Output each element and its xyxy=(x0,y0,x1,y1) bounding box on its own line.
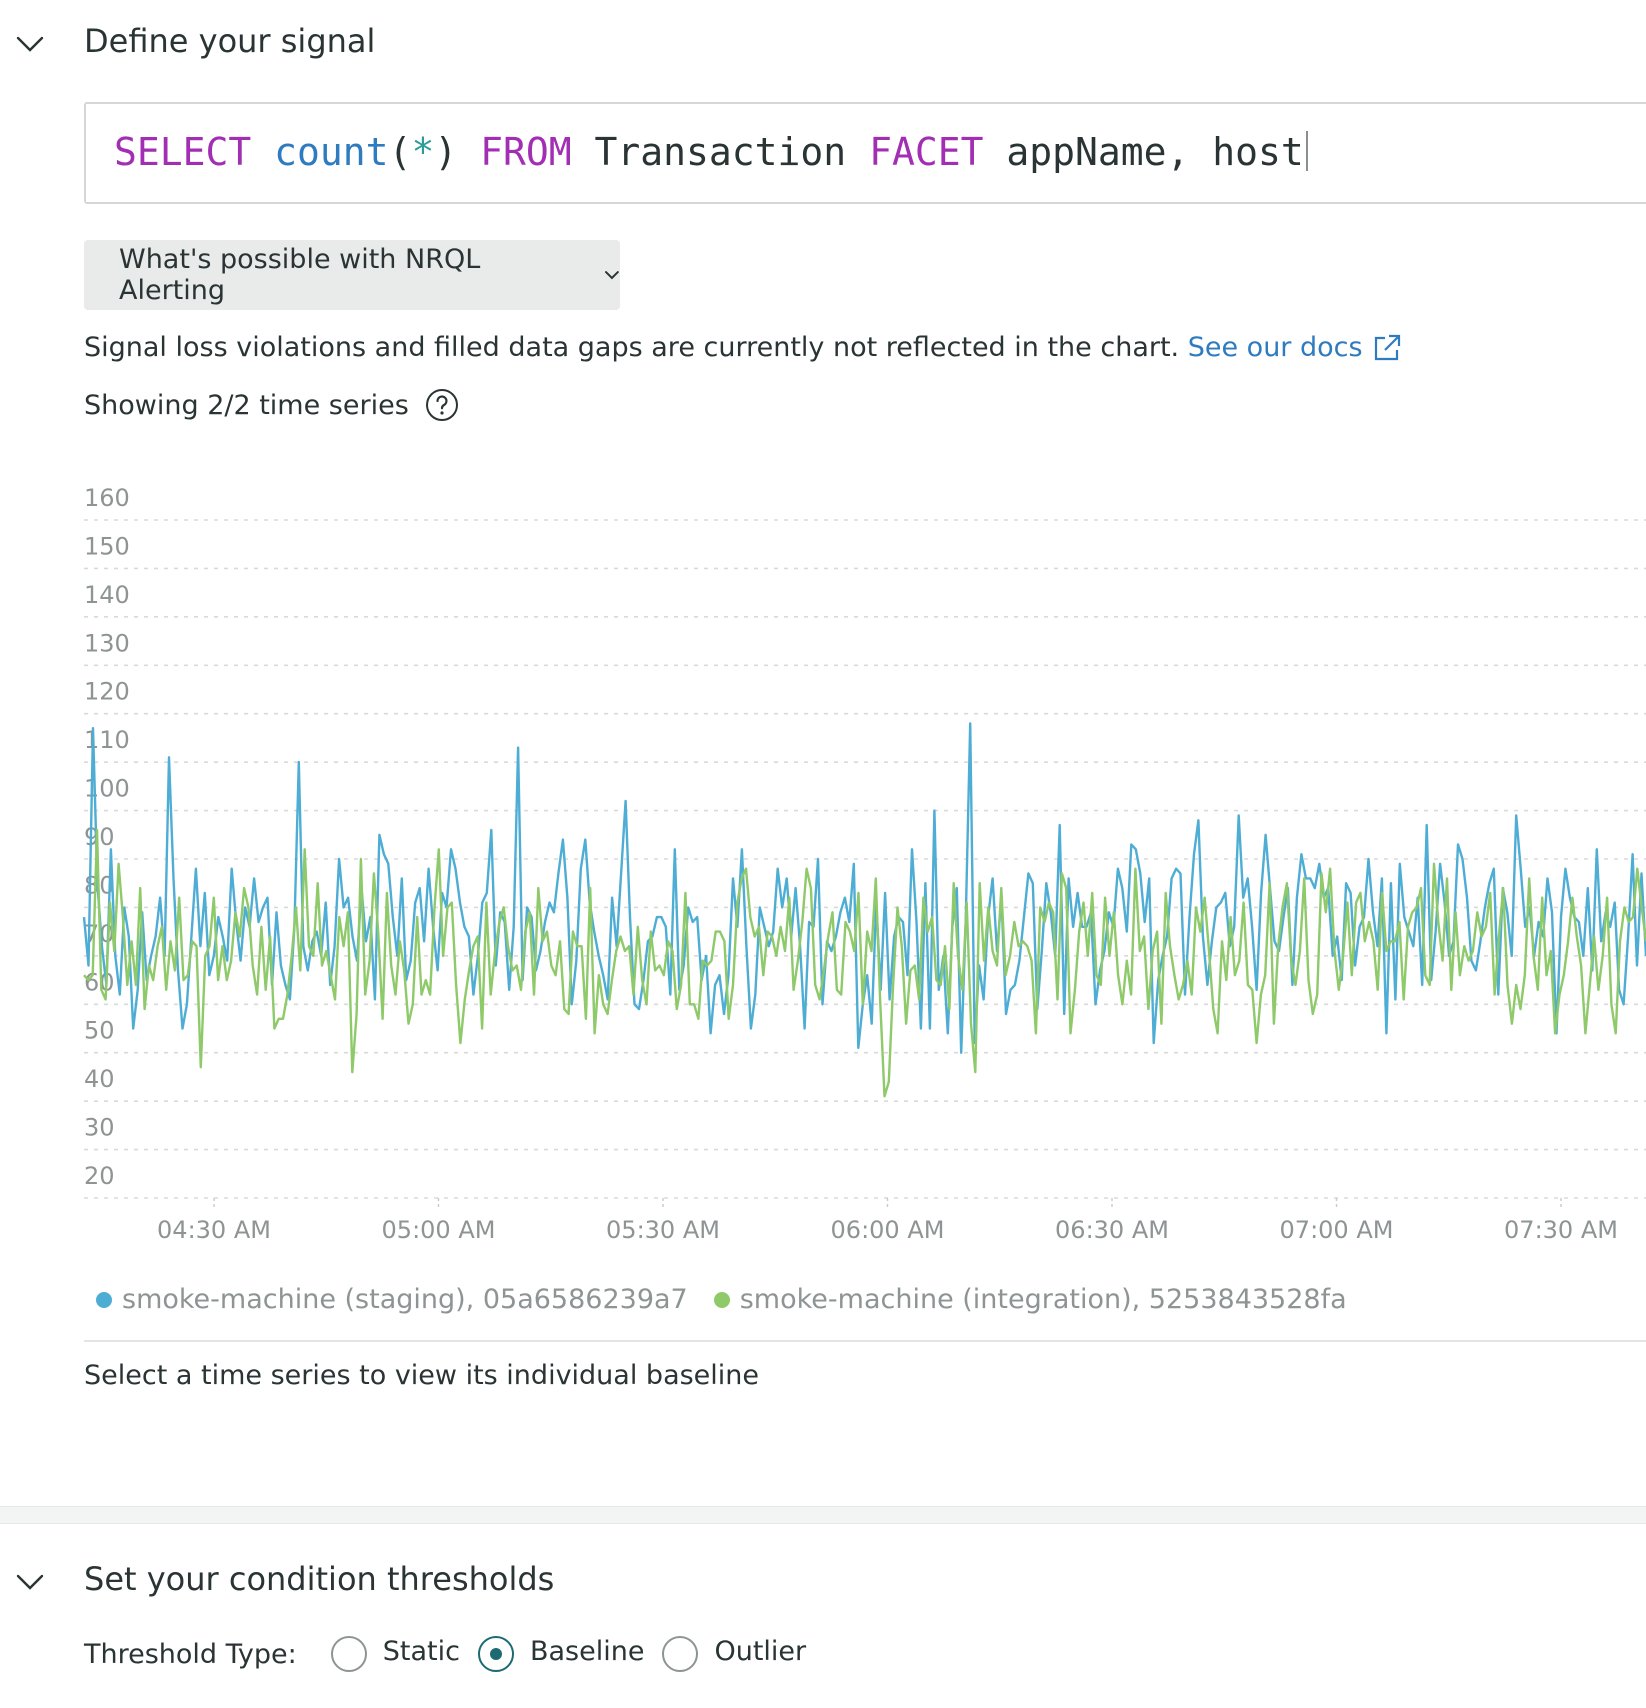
section-title-thresholds: Set your condition thresholds xyxy=(84,1560,555,1598)
radio-label-baseline: Baseline xyxy=(529,1635,645,1667)
query-token: appName, host xyxy=(1006,130,1304,174)
radio-outlier[interactable] xyxy=(662,1636,699,1672)
radio-static[interactable] xyxy=(330,1636,367,1672)
legend-item-integration[interactable]: smoke-machine (integration), 5253843528f… xyxy=(713,1284,1347,1315)
y-tick-label: 90 xyxy=(84,823,115,851)
y-tick-label: 20 xyxy=(84,1162,115,1190)
threshold-type-row: Threshold Type: Static Baseline Outlier xyxy=(84,1636,824,1672)
nrql-alerting-info-label: What's possible with NRQL Alerting xyxy=(119,244,481,306)
y-tick-label: 160 xyxy=(84,484,130,512)
radio-option-static[interactable]: Static xyxy=(330,1635,460,1672)
divider xyxy=(84,1340,1646,1342)
y-tick-label: 40 xyxy=(84,1065,115,1093)
radio-label-outlier: Outlier xyxy=(714,1635,807,1667)
x-tick-label: 05:00 AM xyxy=(382,1216,496,1244)
y-tick-label: 120 xyxy=(84,678,130,706)
y-tick-label: 60 xyxy=(84,968,115,996)
legend-dot-staging xyxy=(96,1291,112,1308)
chevron-down-icon xyxy=(16,1574,44,1590)
legend-item-staging[interactable]: smoke-machine (staging), 05a6586239a7 xyxy=(96,1284,688,1315)
y-tick-label: 150 xyxy=(84,532,130,560)
time-series-count: Showing 2/2 time series xyxy=(84,388,459,422)
external-link-icon xyxy=(1374,334,1400,361)
query-token: SELECT xyxy=(114,130,252,174)
x-tick-label: 04:30 AM xyxy=(157,1216,271,1244)
collapse-threshold-section-button[interactable] xyxy=(0,1552,60,1612)
nrql-alerting-info-button[interactable]: What's possible with NRQL Alerting xyxy=(84,240,620,310)
series-line-1 xyxy=(83,828,1646,1098)
y-tick-label: 110 xyxy=(84,726,130,754)
query-token: FACET xyxy=(869,130,984,174)
x-tick-label: 05:30 AM xyxy=(606,1216,720,1244)
chevron-down-icon xyxy=(605,271,620,280)
time-series-count-label: Showing 2/2 time series xyxy=(84,389,409,421)
section-separator xyxy=(0,1506,1646,1524)
chevron-down-icon xyxy=(16,36,44,52)
y-tick-label: 50 xyxy=(84,1017,115,1045)
x-tick-label: 06:30 AM xyxy=(1055,1216,1169,1244)
x-tick-label: 06:00 AM xyxy=(831,1216,945,1244)
query-token: ( xyxy=(388,130,412,174)
signal-loss-note-text: Signal loss violations and filled data g… xyxy=(84,332,1180,363)
threshold-type-label: Threshold Type: xyxy=(84,1638,297,1670)
signal-loss-note: Signal loss violations and filled data g… xyxy=(84,332,1403,364)
query-token: Transaction xyxy=(594,130,847,174)
y-tick-label: 140 xyxy=(84,581,130,609)
help-icon[interactable] xyxy=(425,388,459,422)
query-token: * xyxy=(411,130,435,174)
radio-option-baseline[interactable]: Baseline xyxy=(477,1635,645,1672)
see-docs-link[interactable]: See our docs xyxy=(1188,332,1403,363)
x-tick-label: 07:00 AM xyxy=(1280,1216,1394,1244)
query-token: count xyxy=(274,130,389,174)
section-title-signal: Define your signal xyxy=(84,22,376,60)
radio-option-outlier[interactable]: Outlier xyxy=(662,1636,806,1672)
y-tick-label: 30 xyxy=(84,1114,115,1142)
collapse-signal-section-button[interactable] xyxy=(0,14,60,74)
threshold-type-radio-group: Static Baseline Outlier xyxy=(330,1635,824,1672)
see-docs-link-label: See our docs xyxy=(1187,332,1363,363)
legend-label-staging: smoke-machine (staging), 05a6586239a7 xyxy=(122,1284,688,1315)
query-token: ) xyxy=(434,130,458,174)
select-series-hint: Select a time series to view its individ… xyxy=(84,1360,760,1391)
legend-dot-integration xyxy=(713,1291,730,1308)
legend-label-integration: smoke-machine (integration), 5253843528f… xyxy=(739,1284,1347,1315)
y-tick-label: 130 xyxy=(84,629,130,657)
chart-legend: smoke-machine (staging), 05a6586239a7 sm… xyxy=(96,1284,1373,1315)
query-token: FROM xyxy=(480,130,572,174)
time-series-chart: 160150140130120110100908070605040302004:… xyxy=(82,484,1646,1244)
text-cursor xyxy=(1305,131,1308,171)
x-tick-label: 07:30 AM xyxy=(1504,1216,1618,1244)
nrql-query-editor[interactable]: SELECT count(*) FROM Transaction FACET a… xyxy=(84,102,1646,204)
radio-baseline[interactable] xyxy=(477,1636,514,1672)
radio-label-static: Static xyxy=(382,1635,460,1667)
